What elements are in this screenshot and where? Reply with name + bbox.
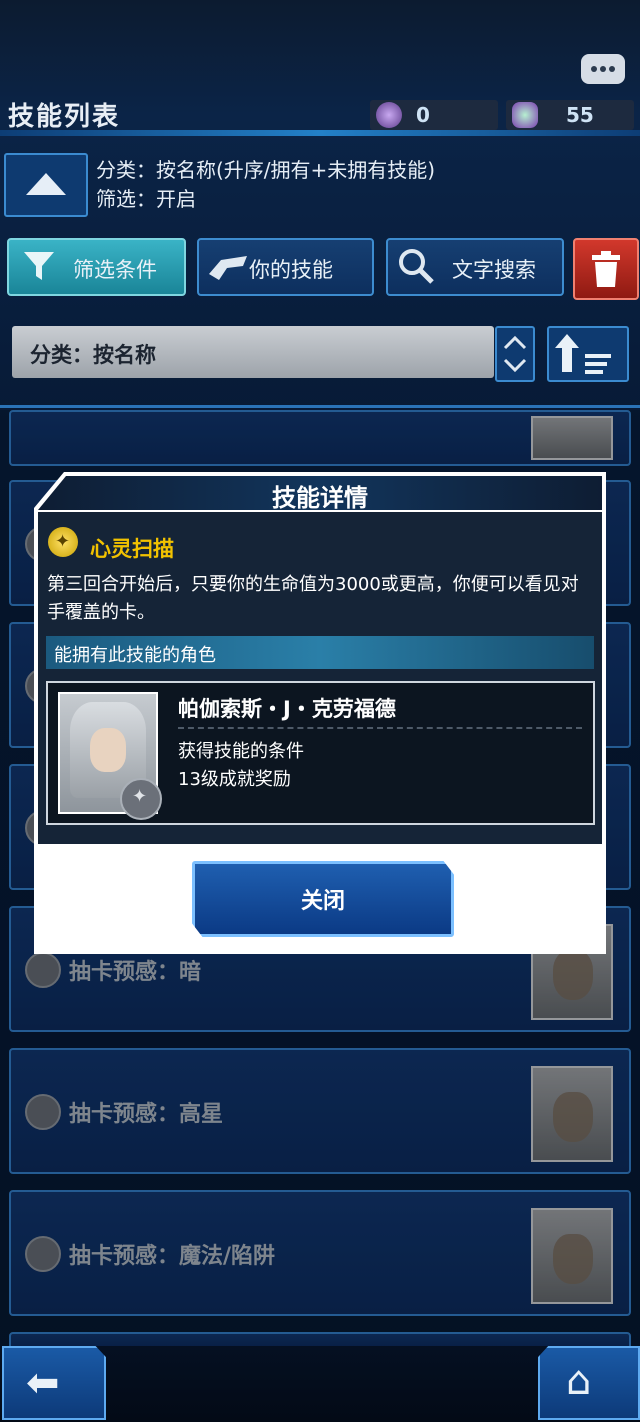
search-icon — [399, 249, 434, 284]
filter-button[interactable]: 筛选条件 — [7, 238, 186, 296]
filter-info-line: 筛选：开启 — [96, 187, 196, 211]
text-search-button[interactable]: 文字搜索 — [386, 238, 564, 296]
page-title: 技能列表 — [8, 102, 121, 132]
list-divider — [0, 405, 640, 408]
skill-badge-icon: ✦ — [120, 778, 162, 820]
sort-spinner[interactable] — [495, 326, 535, 382]
condition-title: 获得技能的条件 — [178, 741, 304, 762]
delete-button[interactable] — [573, 238, 639, 300]
sort-order-button[interactable] — [547, 326, 629, 382]
text-search-label: 文字搜索 — [452, 258, 536, 282]
funnel-icon — [24, 252, 54, 280]
orb-icon — [376, 102, 402, 128]
chat-icon[interactable] — [581, 54, 625, 84]
skill-description: 第三回合开始后，只要你的生命值为3000或更高，你便可以看见对手覆盖的卡。 — [47, 574, 579, 623]
sort-select-value: 分类：按名称 — [30, 343, 156, 367]
close-button[interactable]: 关闭 — [192, 861, 454, 937]
spinner-arrows-icon — [503, 335, 527, 373]
collapse-button[interactable] — [4, 153, 88, 217]
back-button[interactable]: ⬅ — [2, 1346, 106, 1420]
close-label: 关闭 — [300, 889, 345, 914]
home-icon: ⌂ — [566, 1358, 592, 1404]
orb-count: 0 — [416, 103, 430, 127]
top-bar: 技能列表 0 55 — [0, 0, 640, 135]
trash-icon — [592, 251, 620, 287]
section-header: 能拥有此技能的角色 — [46, 636, 594, 669]
gem-count: 55 — [566, 103, 594, 127]
orb-counter: 0 — [370, 100, 498, 130]
sort-info-line: 分类：按名称(升序/拥有+未拥有技能) — [96, 158, 436, 182]
dashed-divider — [178, 727, 582, 729]
character-name: 帕伽索斯・J・克劳福德 — [178, 697, 396, 721]
modal-title: 技能详情 — [272, 484, 368, 512]
sort-info: 分类：按名称(升序/拥有+未拥有技能) 筛选：开启 — [96, 156, 435, 214]
filter-label: 筛选条件 — [73, 258, 157, 282]
back-arrow-icon: ⬅ — [26, 1360, 60, 1406]
sort-order-icon — [555, 334, 611, 374]
sort-select[interactable]: 分类：按名称 — [12, 326, 494, 378]
hand-card-icon — [209, 256, 247, 280]
section-title: 能拥有此技能的角色 — [54, 645, 216, 666]
your-skills-label: 你的技能 — [249, 258, 333, 282]
skill-name: 心灵扫描 — [90, 537, 174, 561]
condition-value: 13级成就奖励 — [178, 769, 291, 790]
home-button[interactable]: ⌂ — [538, 1346, 640, 1420]
gem-counter: 55 — [506, 100, 634, 130]
your-skills-button[interactable]: 你的技能 — [197, 238, 374, 296]
arrow-up-icon — [26, 173, 66, 195]
gem-icon — [512, 102, 538, 128]
header-divider — [0, 130, 640, 136]
skill-star-icon: ✦ — [48, 527, 78, 557]
